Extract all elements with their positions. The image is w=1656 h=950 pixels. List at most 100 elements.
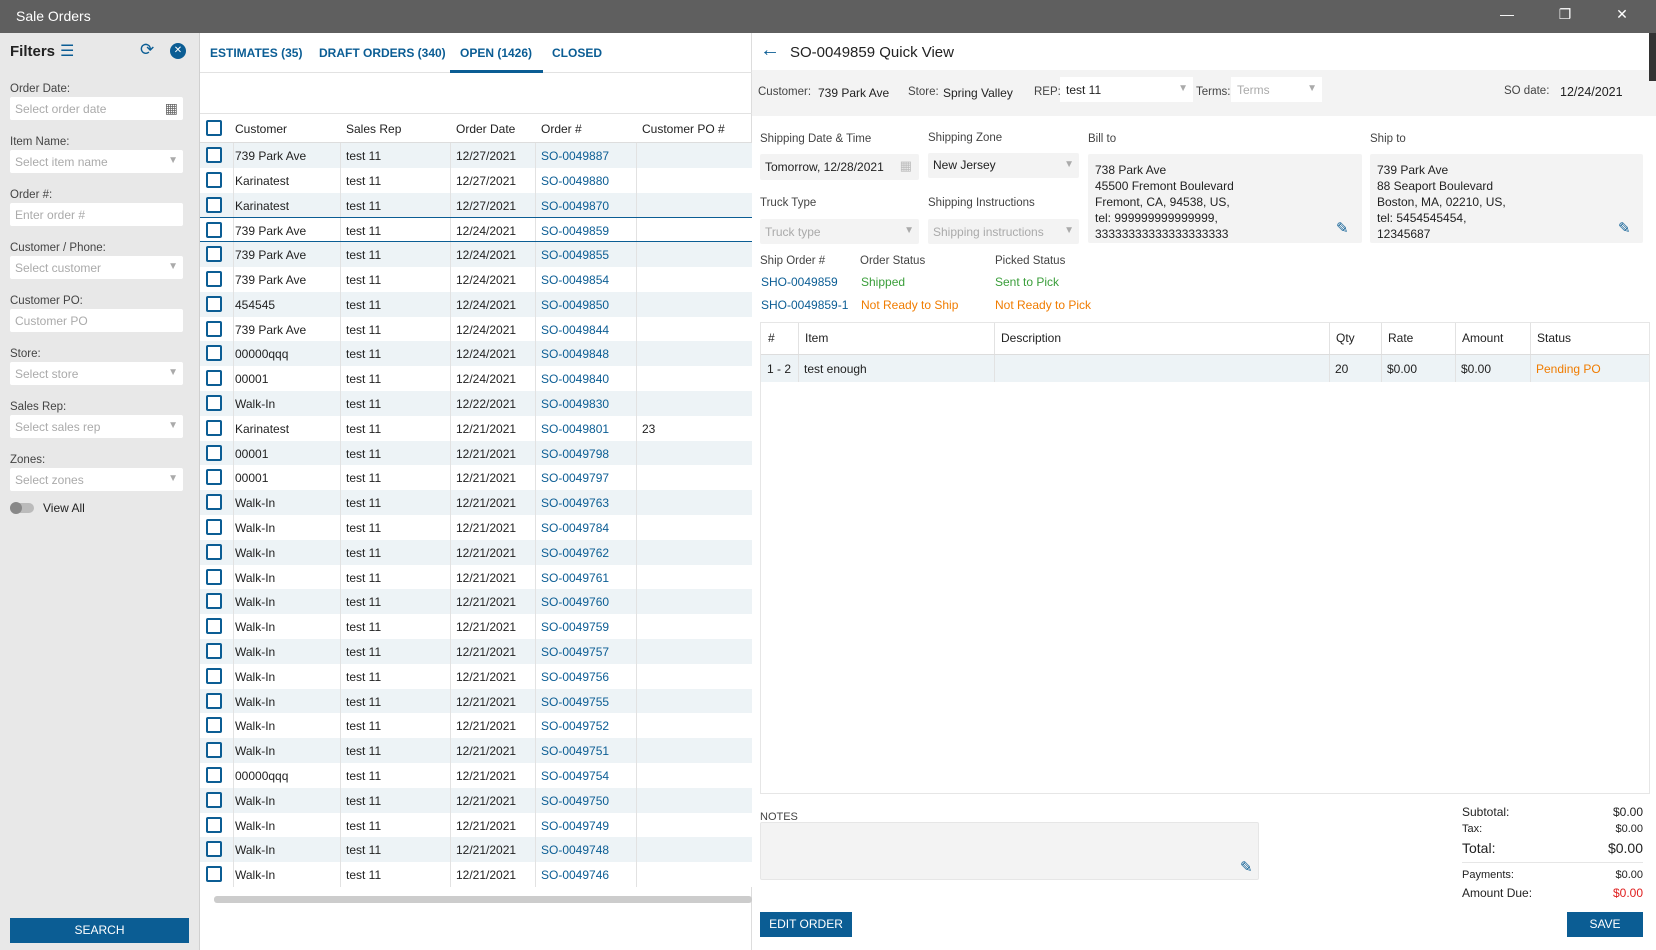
table-cell[interactable]: SO-0049848 [541,347,609,361]
row-checkbox[interactable] [206,246,222,263]
row-checkbox[interactable] [206,345,222,362]
table-row[interactable]: 00000qqq test 11 12/21/2021 SO-0049754 [200,763,752,788]
table-cell[interactable]: SO-0049859 [541,224,609,238]
row-checkbox[interactable] [206,494,222,511]
rep-select[interactable]: test 11 ▼ [1060,77,1193,102]
table-cell[interactable]: SO-0049784 [541,521,609,535]
row-checkbox[interactable] [206,767,222,783]
shipping-zone-select[interactable]: New Jersey ▼ [928,153,1079,178]
row-checkbox[interactable] [206,320,222,337]
filter-icon[interactable]: ☰ [60,41,74,61]
row-checkbox[interactable] [206,543,222,560]
table-cell[interactable]: SO-0049798 [541,447,609,461]
row-checkbox[interactable] [206,519,222,535]
row-checkbox[interactable] [206,444,222,461]
filter-input[interactable]: Select sales rep ▼ [10,415,183,438]
row-checkbox[interactable] [206,742,222,759]
ship-order-link[interactable]: SHO-0049859-1 [761,298,848,312]
row-checkbox[interactable] [206,841,222,858]
filter-input[interactable]: Select store ▼ [10,362,183,385]
item-row[interactable]: 1 - 2 test enough 20 $0.00 $0.00 Pending PO [761,355,1649,382]
row-checkbox[interactable] [206,791,222,808]
row-checkbox[interactable] [206,866,222,883]
table-row[interactable]: 739 Park Ave test 11 12/24/2021 SO-0049859 [200,217,752,243]
horizontal-scrollbar[interactable] [214,896,752,903]
edit-order-button[interactable]: EDIT ORDER [760,912,852,937]
row-checkbox[interactable] [206,816,222,833]
table-cell[interactable]: SO-0049880 [541,174,609,188]
table-cell[interactable]: SO-0049756 [541,670,609,684]
table-row[interactable]: 739 Park Ave test 11 12/27/2021 SO-0049887 [200,143,752,168]
table-cell[interactable]: SO-0049797 [541,471,609,485]
table-cell[interactable]: SO-0049763 [541,496,609,510]
vertical-scrollbar[interactable] [1649,33,1656,81]
row-checkbox[interactable] [206,643,222,659]
table-cell[interactable]: SO-0049844 [541,323,609,337]
view-all-toggle[interactable] [10,502,34,514]
row-checkbox[interactable] [206,196,222,213]
row-checkbox[interactable] [206,469,222,486]
table-row[interactable]: 739 Park Ave test 11 12/24/2021 SO-0049844 [200,316,752,342]
tab-estimates[interactable]: ESTIMATES (35) [210,46,302,60]
column-header[interactable]: Customer [235,122,287,136]
table-row[interactable]: Walk-In test 11 12/21/2021 SO-0049751 [200,738,752,764]
table-row[interactable]: Walk-In test 11 12/21/2021 SO-0049746 [200,862,752,888]
row-checkbox[interactable] [206,568,222,585]
table-cell[interactable]: SO-0049854 [541,273,609,287]
tab-open[interactable]: OPEN (1426) [460,46,532,60]
terms-select[interactable]: Terms ▼ [1231,77,1322,102]
back-arrow-icon[interactable]: ← [760,39,780,62]
table-row[interactable]: Walk-In test 11 12/21/2021 SO-0049752 [200,713,752,739]
tab-draft-orders[interactable]: DRAFT ORDERS (340) [319,46,446,60]
table-cell[interactable]: SO-0049751 [541,744,609,758]
close-icon[interactable]: ✕ [1612,6,1632,26]
table-cell[interactable]: SO-0049762 [541,546,609,560]
row-checkbox[interactable] [206,618,222,635]
table-row[interactable]: Walk-In test 11 12/21/2021 SO-0049761 [200,564,752,590]
filter-input[interactable]: Select item name ▼ [10,150,183,173]
row-checkbox[interactable] [206,419,222,436]
save-button[interactable]: SAVE [1567,912,1643,937]
table-cell[interactable]: SO-0049752 [541,719,609,733]
table-cell[interactable]: SO-0049830 [541,397,609,411]
table-row[interactable]: 739 Park Ave test 11 12/24/2021 SO-0049854 [200,267,752,292]
table-cell[interactable]: SO-0049750 [541,794,609,808]
table-row[interactable]: 00001 test 11 12/21/2021 SO-0049798 [200,440,752,466]
notes-textarea[interactable] [760,822,1259,880]
table-cell[interactable]: SO-0049840 [541,372,609,386]
table-cell[interactable]: SO-0049870 [541,199,609,213]
table-row[interactable]: 00001 test 11 12/24/2021 SO-0049840 [200,366,752,392]
row-checkbox[interactable] [206,147,222,163]
table-row[interactable]: Walk-In test 11 12/21/2021 SO-0049748 [200,837,752,863]
table-cell[interactable]: SO-0049754 [541,769,609,783]
table-row[interactable]: Karinatest test 11 12/21/2021 SO-0049801 23 [200,415,752,441]
column-header[interactable]: Order # [541,122,582,136]
table-cell[interactable]: SO-0049850 [541,298,609,312]
column-header[interactable]: Customer PO # [642,122,725,136]
row-checkbox[interactable] [206,593,222,610]
table-row[interactable]: Karinatest test 11 12/27/2021 SO-0049870 [200,192,752,218]
clear-filters-icon[interactable]: ✕ [170,43,186,59]
table-row[interactable]: Walk-In test 11 12/21/2021 SO-0049763 [200,490,752,516]
table-row[interactable]: Walk-In test 11 12/21/2021 SO-0049760 [200,589,752,615]
table-row[interactable]: Walk-In test 11 12/21/2021 SO-0049749 [200,812,752,838]
edit-notes-pencil-icon[interactable]: ✎ [1240,858,1253,876]
row-checkbox[interactable] [206,271,222,287]
filter-input[interactable]: Enter order # [10,203,183,226]
edit-bill-to-pencil-icon[interactable]: ✎ [1336,219,1349,237]
ship-order-link[interactable]: SHO-0049859 [761,275,838,289]
row-checkbox[interactable] [206,692,222,709]
select-all-checkbox[interactable] [206,120,222,136]
shipping-instructions-select[interactable]: Shipping instructions ▼ [928,219,1079,244]
search-button[interactable]: SEARCH [10,918,189,943]
table-row[interactable]: Walk-In test 11 12/21/2021 SO-0049762 [200,539,752,565]
tab-closed[interactable]: CLOSED [552,46,602,60]
filter-input[interactable]: Select customer ▼ [10,256,183,279]
table-row[interactable]: Walk-In test 11 12/21/2021 SO-0049756 [200,663,752,689]
row-checkbox[interactable] [206,717,222,734]
table-row[interactable]: 00001 test 11 12/21/2021 SO-0049797 [200,465,752,491]
row-checkbox[interactable] [206,295,222,312]
table-row[interactable]: Walk-In test 11 12/21/2021 SO-0049755 [200,688,752,714]
row-checkbox[interactable] [206,171,222,188]
table-row[interactable]: Karinatest test 11 12/27/2021 SO-0049880 [200,167,752,193]
